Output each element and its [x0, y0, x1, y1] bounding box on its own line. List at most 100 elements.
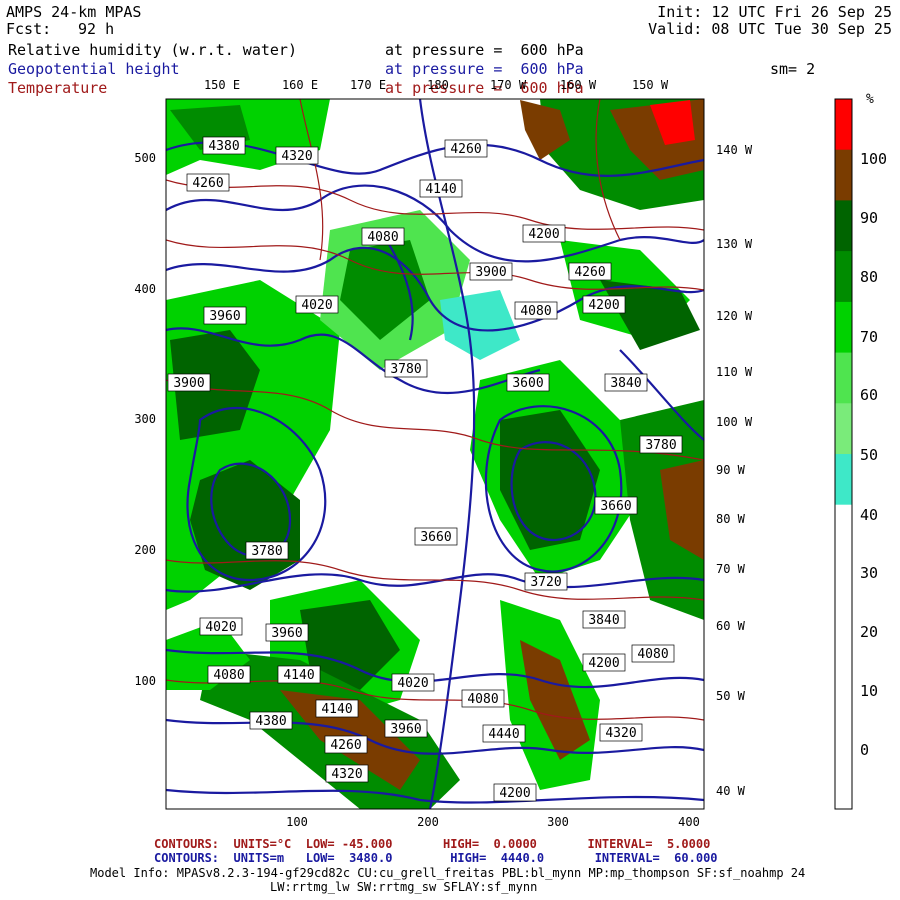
right-lon-label: 130 W	[716, 237, 753, 251]
model-info-line-2: LW:rrtmg_lw SW:rrtmg_sw SFLAY:sf_mynn	[270, 880, 538, 894]
height-label: 4320	[325, 764, 369, 783]
height-label: 3780	[639, 435, 683, 454]
svg-text:4320: 4320	[331, 767, 362, 782]
svg-text:3840: 3840	[588, 613, 619, 628]
top-lon-label: 150 E	[204, 78, 240, 92]
right-lon-label: 60 W	[716, 619, 746, 633]
height-label: 4200	[493, 783, 537, 802]
svg-text:3720: 3720	[530, 575, 561, 590]
y-tick-label: 100	[134, 674, 156, 688]
svg-text:3960: 3960	[209, 309, 240, 324]
right-lon-label: 90 W	[716, 463, 746, 477]
top-lon-label: 180	[427, 78, 449, 92]
height-label: 4200	[582, 653, 626, 672]
height-label: 4080	[207, 665, 251, 684]
svg-text:3900: 3900	[173, 376, 204, 391]
colorbar-label: 100	[860, 150, 887, 168]
right-lon-label: 80 W	[716, 512, 746, 526]
x-axis-labels: 100 200 300 400	[286, 815, 700, 829]
x-tick-label: 100	[286, 815, 308, 829]
colorbar-label: 30	[860, 564, 878, 582]
top-lon-label: 170 W	[490, 78, 527, 92]
svg-text:4080: 4080	[520, 304, 551, 319]
colorbar: % 100 90 80 70 60 50 40 30 20 10 0	[834, 92, 887, 810]
right-lon-label: 120 W	[716, 309, 753, 323]
height-label: 4080	[461, 689, 505, 708]
colorbar-swatch	[835, 403, 852, 455]
colorbar-label: 0	[860, 741, 869, 759]
height-label: 4080	[361, 227, 405, 246]
colorbar-label: 10	[860, 682, 878, 700]
height-label: 3840	[582, 610, 626, 629]
height-label: 3900	[167, 373, 211, 392]
svg-text:4140: 4140	[283, 668, 314, 683]
height-label: 3960	[384, 719, 428, 738]
svg-text:4200: 4200	[588, 298, 619, 313]
svg-text:3840: 3840	[610, 376, 641, 391]
height-label: 4260	[444, 139, 488, 158]
height-label: 3960	[265, 623, 309, 642]
colorbar-label: 40	[860, 506, 878, 524]
colorbar-label: 80	[860, 268, 878, 286]
colorbar-label: 20	[860, 623, 878, 641]
right-longitude-labels: 140 W 130 W 120 W 110 W 100 W 90 W 80 W …	[716, 143, 753, 798]
right-lon-label: 110 W	[716, 365, 753, 379]
height-label: 3900	[469, 262, 513, 281]
x-tick-label: 200	[417, 815, 439, 829]
height-label: 4080	[514, 301, 558, 320]
colorbar-swatch	[835, 707, 852, 759]
colorbar-unit: %	[866, 92, 874, 107]
height-label: 4320	[275, 146, 319, 165]
height-label: 3720	[524, 572, 568, 591]
right-lon-label: 70 W	[716, 562, 746, 576]
top-longitude-labels: 150 E 160 E 170 E 180 170 W 160 W 150 W	[204, 78, 669, 92]
colorbar-swatch	[835, 149, 852, 201]
svg-text:3780: 3780	[251, 544, 282, 559]
right-lon-label: 40 W	[716, 784, 746, 798]
right-lon-label: 100 W	[716, 415, 753, 429]
svg-text:4020: 4020	[205, 620, 236, 635]
top-lon-label: 150 W	[632, 78, 669, 92]
temp-contour-info: CONTOURS: UNITS=°C LOW= -45.000 HIGH= 0.…	[154, 837, 711, 851]
colorbar-swatch	[835, 200, 852, 252]
y-tick-label: 200	[134, 543, 156, 557]
svg-text:4080: 4080	[213, 668, 244, 683]
height-label: 3660	[414, 527, 458, 546]
colorbar-label: 70	[860, 328, 878, 346]
right-lon-label: 140 W	[716, 143, 753, 157]
colorbar-swatch	[835, 504, 852, 556]
svg-text:3900: 3900	[475, 265, 506, 280]
height-label: 4200	[522, 224, 566, 243]
height-label: 4260	[186, 173, 230, 192]
top-lon-label: 160 W	[560, 78, 597, 92]
svg-text:4200: 4200	[528, 227, 559, 242]
height-label: 3960	[203, 306, 247, 325]
svg-text:4260: 4260	[192, 176, 223, 191]
svg-text:4140: 4140	[321, 702, 352, 717]
svg-text:4020: 4020	[397, 676, 428, 691]
height-label: 4440	[482, 724, 526, 743]
y-tick-label: 300	[134, 412, 156, 426]
height-label: 4080	[631, 644, 675, 663]
colorbar-swatch	[835, 301, 852, 354]
svg-text:3660: 3660	[420, 530, 451, 545]
colorbar-label: 60	[860, 386, 878, 404]
height-label: 4380	[202, 136, 246, 155]
colorbar-swatch	[835, 656, 852, 709]
colorbar-swatch	[835, 758, 852, 810]
forecast-map: 4380 4320 4260 4260 4140 4080 4200 3900 …	[134, 78, 887, 829]
y-tick-label: 400	[134, 282, 156, 296]
colorbar-swatch	[835, 99, 852, 151]
height-label: 4020	[391, 673, 435, 692]
right-lon-label: 50 W	[716, 689, 746, 703]
colorbar-label: 50	[860, 446, 878, 464]
height-label: 3660	[594, 496, 638, 515]
svg-text:4020: 4020	[301, 298, 332, 313]
top-lon-label: 160 E	[282, 78, 318, 92]
svg-text:4440: 4440	[488, 727, 519, 742]
svg-text:4320: 4320	[605, 726, 636, 741]
svg-text:3780: 3780	[645, 438, 676, 453]
height-label: 3780	[245, 541, 289, 560]
colorbar-swatch	[835, 555, 852, 607]
svg-text:4380: 4380	[255, 714, 286, 729]
